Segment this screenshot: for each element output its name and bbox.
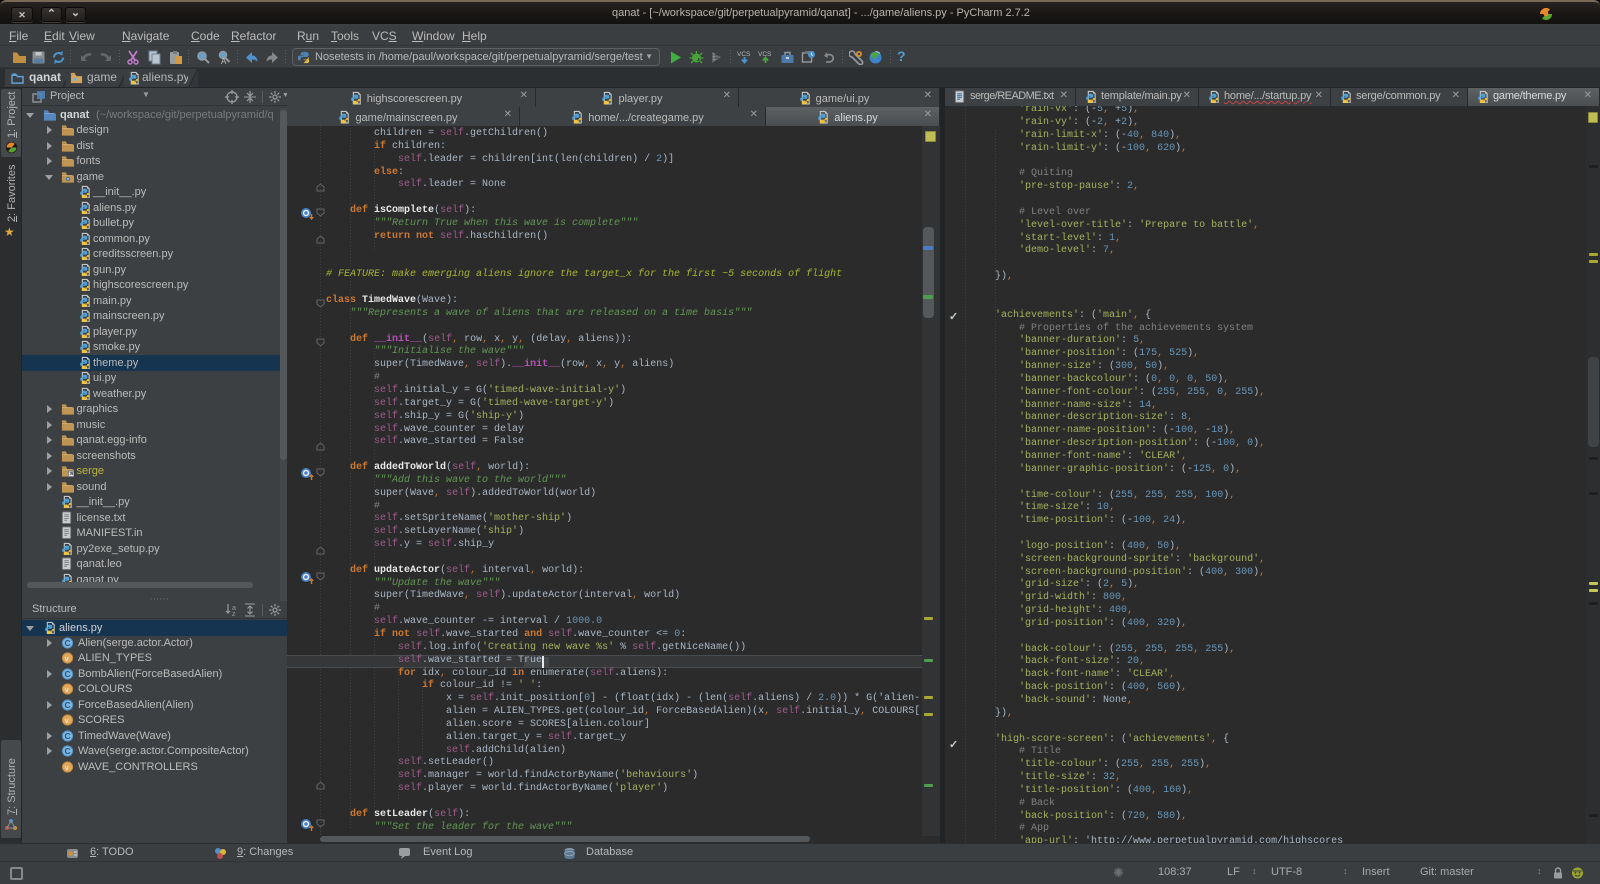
svg-text:A: A bbox=[221, 57, 227, 65]
svg-text:VCS: VCS bbox=[737, 51, 751, 58]
svg-text:z: z bbox=[232, 611, 236, 617]
